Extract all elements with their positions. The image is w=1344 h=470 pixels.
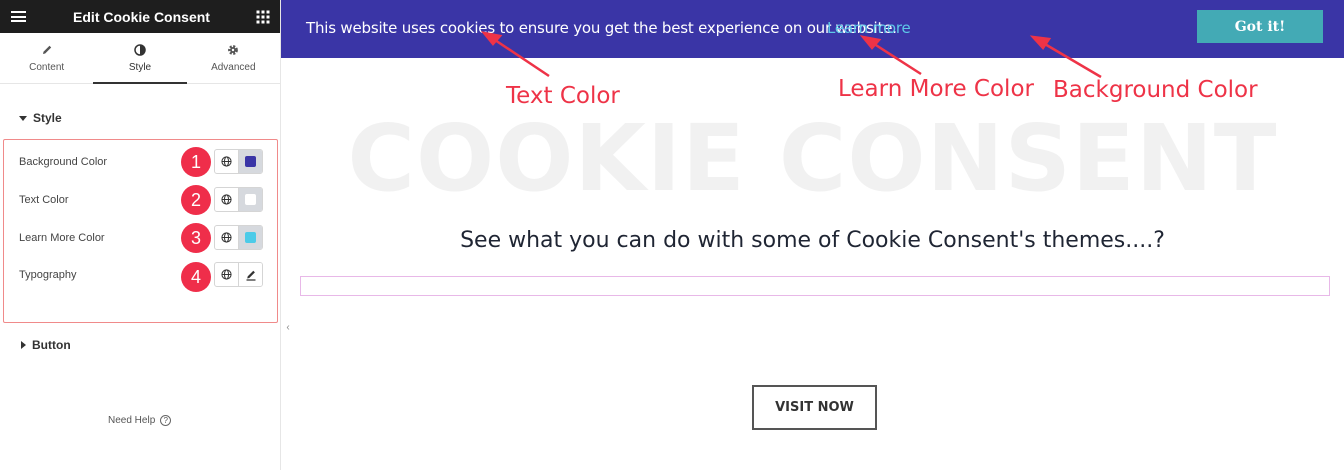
globe-icon (221, 232, 232, 243)
pencil-icon (42, 45, 51, 54)
gear-icon (228, 44, 239, 55)
style-section-title: Style (33, 111, 62, 125)
tab-content[interactable]: Content (0, 33, 93, 83)
cookie-consent-banner: This website uses cookies to ensure you … (281, 0, 1344, 58)
color-picker-button[interactable] (239, 150, 262, 173)
step-badge: 4 (181, 262, 211, 292)
tab-content-label: Content (29, 61, 65, 73)
color-swatch (245, 232, 256, 243)
text-color-control: Text Color 2 (19, 185, 264, 215)
panel-tabs: Content Style Advanced (0, 33, 280, 84)
color-control-group (214, 187, 263, 212)
themes-subheading: See what you can do with some of Cookie … (460, 228, 1165, 253)
editor-panel: Edit Cookie Consent Content Style Advanc… (0, 0, 281, 470)
button-section-title: Button (32, 338, 71, 352)
annotation-background-color: Background Color (1053, 77, 1258, 103)
global-colors-button[interactable] (215, 188, 239, 211)
watermark-title: COOKIE CONSENT (347, 105, 1278, 212)
color-picker-button[interactable] (239, 188, 262, 211)
widgets-grid-icon[interactable] (257, 10, 269, 23)
style-section-toggle[interactable]: Style (19, 111, 62, 125)
learn-more-link[interactable]: Learn more (827, 19, 911, 37)
button-section-toggle[interactable]: Button (21, 338, 71, 352)
typography-control: Typography 4 (19, 262, 264, 292)
panel-header: Edit Cookie Consent (0, 0, 280, 33)
control-label: Learn More Color (19, 232, 105, 244)
tab-advanced-label: Advanced (211, 61, 256, 73)
tab-style-label: Style (128, 61, 152, 73)
edit-typography-button[interactable] (239, 263, 262, 286)
globe-icon (221, 156, 232, 167)
color-picker-button[interactable] (239, 226, 262, 249)
learn-more-color-control: Learn More Color 3 (19, 223, 264, 253)
step-badge: 3 (181, 223, 211, 253)
caret-right-icon (21, 341, 26, 349)
annotation-learn-more-color: Learn More Color (838, 76, 1034, 102)
hamburger-menu-icon[interactable] (11, 11, 26, 22)
background-color-control: Background Color 1 (19, 147, 264, 177)
collapse-panel-handle[interactable]: ‹ (281, 312, 295, 342)
color-control-group (214, 225, 263, 250)
control-label: Text Color (19, 194, 69, 206)
control-label: Background Color (19, 156, 108, 168)
control-label: Typography (19, 269, 77, 281)
tab-advanced[interactable]: Advanced (187, 33, 280, 83)
global-colors-button[interactable] (215, 226, 239, 249)
step-badge: 1 (181, 147, 211, 177)
step-badge: 2 (181, 185, 211, 215)
pencil-edit-icon (246, 270, 255, 281)
global-fonts-button[interactable] (215, 263, 239, 286)
chevron-left-icon: ‹ (286, 321, 290, 333)
typography-control-group (214, 262, 263, 287)
themes-placeholder-box (300, 276, 1330, 296)
tab-style[interactable]: Style (93, 33, 187, 84)
color-swatch (245, 156, 256, 167)
half-circle-icon (134, 43, 146, 56)
color-control-group (214, 149, 263, 174)
need-help-link[interactable]: Need Help ? (108, 415, 172, 426)
banner-message: This website uses cookies to ensure you … (306, 19, 897, 37)
visit-now-button[interactable]: VISIT NOW (752, 385, 877, 430)
color-swatch (245, 194, 256, 205)
global-colors-button[interactable] (215, 150, 239, 173)
globe-icon (221, 269, 232, 280)
annotation-text-color: Text Color (506, 83, 620, 109)
panel-title: Edit Cookie Consent (73, 8, 210, 25)
question-mark-icon: ? (160, 415, 172, 426)
got-it-button[interactable]: Got it! (1197, 10, 1323, 43)
need-help-label: Need Help (108, 415, 156, 426)
style-controls-highlight: Background Color 1 Text Color 2 Learn Mo… (3, 139, 278, 323)
globe-icon (221, 194, 232, 205)
caret-down-icon (19, 115, 27, 121)
